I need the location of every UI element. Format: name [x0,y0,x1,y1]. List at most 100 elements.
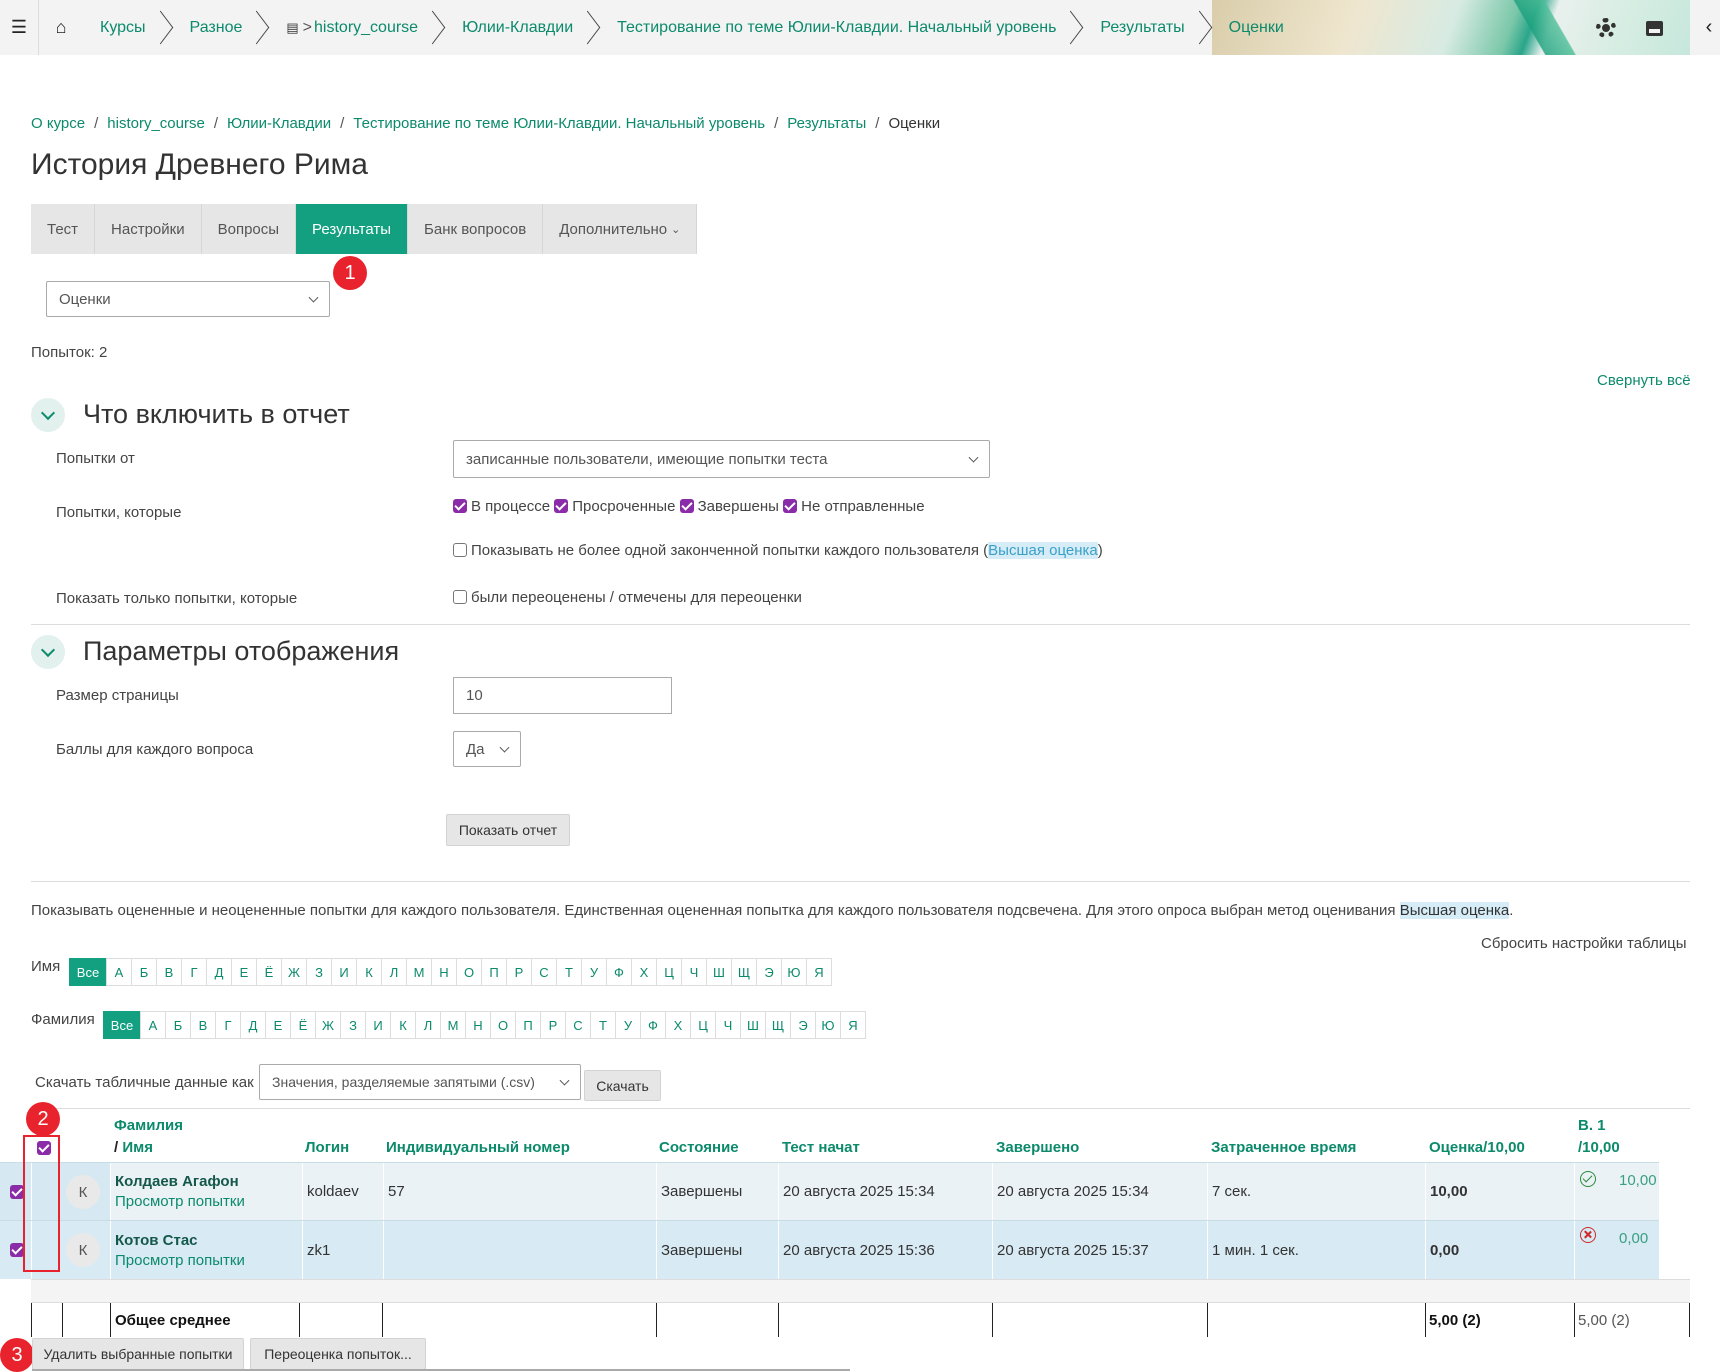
state-abandoned-checkbox[interactable] [783,499,798,513]
firstname-initial-letter[interactable]: Е [231,958,257,986]
section-toggle-icon[interactable] [31,635,65,669]
col-duration[interactable]: Затраченное время [1211,1139,1356,1156]
firstname-initial-letter[interactable]: Г [181,958,207,986]
lastname-initial-letter[interactable]: Ю [815,1011,841,1039]
lastname-initial-letter[interactable]: Ж [315,1011,341,1039]
top-crumb-quiz[interactable]: Тестирование по теме Юлии-Клавдии. Начал… [617,19,1056,37]
firstname-initial-letter[interactable]: К [356,958,382,986]
lastname-initial-letter[interactable]: Ё [290,1011,316,1039]
lastname-initial-letter[interactable]: Р [540,1011,566,1039]
tab-settings[interactable]: Настройки [95,204,202,254]
lastname-initial-letter[interactable]: Л [415,1011,441,1039]
lastname-initial-letter[interactable]: Ч [715,1011,741,1039]
reset-table-link[interactable]: Сбросить настройки таблицы [1481,935,1686,952]
col-grade[interactable]: Оценка/10,00 [1429,1139,1525,1156]
firstname-initial-letter[interactable]: Н [431,958,457,986]
col-lastname[interactable]: Фамилия [114,1117,183,1134]
col-finished[interactable]: Завершено [996,1139,1079,1156]
firstname-initial-letter[interactable]: У [581,958,607,986]
one-attempt-checkbox[interactable] [453,543,467,557]
report-type-select[interactable]: Оценки [46,281,330,317]
chevron-left-icon[interactable]: ‹ [1698,0,1720,55]
lastname-initial-letter[interactable]: Г [215,1011,241,1039]
lastname-initial-letter[interactable]: Ф [640,1011,666,1039]
firstname-initial-letter[interactable]: Д [206,958,232,986]
avatar[interactable]: К [66,1233,100,1267]
highest-grade-link[interactable]: Высшая оценка [988,542,1098,559]
lastname-initial-letter[interactable]: Х [665,1011,691,1039]
lastname-initial-letter[interactable]: А [140,1011,166,1039]
tab-question-bank[interactable]: Банк вопросов [408,204,544,254]
home-icon[interactable]: ⌂ [44,0,78,55]
q1-grade-link[interactable]: 10,00 [1619,1172,1657,1189]
firstname-initial-letter[interactable]: Х [631,958,657,986]
firstname-initial-letter[interactable]: Ч [681,958,707,986]
top-crumb-misc[interactable]: Разное [190,19,243,37]
tab-more[interactable]: Дополнительно ⌄ [543,204,698,254]
firstname-initial-letter[interactable]: Ж [281,958,307,986]
menu-list-icon[interactable]: ☰ [0,0,38,55]
review-attempt-link[interactable]: Просмотр попытки [115,1252,245,1269]
firstname-initial-letter[interactable]: Ф [606,958,632,986]
row-select-checkbox[interactable] [10,1184,24,1199]
user-name-link[interactable]: Колдаев Агафон [115,1173,239,1190]
review-attempt-link[interactable]: Просмотр попытки [115,1193,245,1210]
col-started[interactable]: Тест начат [782,1139,860,1156]
firstname-initial-letter[interactable]: С [531,958,557,986]
col-state[interactable]: Состояние [659,1139,739,1156]
lastname-initial-letter[interactable]: Э [790,1011,816,1039]
avatar[interactable]: К [66,1175,100,1209]
q1-grade-link[interactable]: 0,00 [1619,1230,1648,1247]
lastname-initial-letter[interactable]: Щ [765,1011,791,1039]
lastname-initial-letter[interactable]: Т [590,1011,616,1039]
crumb-quiz[interactable]: Тестирование по теме Юлии-Клавдии. Начал… [353,115,765,132]
lastname-initial-letter[interactable]: Ц [690,1011,716,1039]
firstname-initial-letter[interactable]: О [456,958,482,986]
firstname-initial-letter[interactable]: Ю [781,958,807,986]
firstname-initial-letter[interactable]: Б [131,958,157,986]
top-crumb-section[interactable]: Юлии-Клавдии [462,19,573,37]
lastname-initial-letter[interactable]: Е [265,1011,291,1039]
firstname-initial-letter[interactable]: Щ [731,958,757,986]
firstname-initial-letter[interactable]: М [406,958,432,986]
firstname-initial-letter[interactable]: П [481,958,507,986]
firstname-initial-letter[interactable]: Э [756,958,782,986]
regraded-checkbox[interactable] [453,590,467,604]
firstname-initial-letter[interactable]: Ш [706,958,732,986]
lastname-all[interactable]: Все [103,1011,141,1039]
save-icon[interactable] [1646,21,1663,36]
crumb-course[interactable]: history_course [107,115,205,132]
col-firstname-link[interactable]: Имя [122,1139,153,1156]
user-name-link[interactable]: Котов Стас [115,1232,198,1249]
lastname-initial-letter[interactable]: О [490,1011,516,1039]
lastname-initial-letter[interactable]: М [440,1011,466,1039]
top-crumb-courses[interactable]: Курсы [100,19,146,37]
lastname-initial-letter[interactable]: Я [840,1011,866,1039]
firstname-initial-letter[interactable]: А [106,958,132,986]
marks-per-question-select[interactable]: Да [453,731,521,767]
row-select-checkbox[interactable] [10,1243,24,1257]
state-inprogress-checkbox[interactable] [453,499,467,513]
lastname-initial-letter[interactable]: П [515,1011,541,1039]
firstname-initial-letter[interactable]: Л [381,958,407,986]
lastname-initial-letter[interactable]: В [190,1011,216,1039]
lastname-initial-letter[interactable]: У [615,1011,641,1039]
firstname-initial-letter[interactable]: Р [506,958,532,986]
tab-questions[interactable]: Вопросы [202,204,297,254]
show-report-button[interactable]: Показать отчет [446,814,570,846]
state-overdue-checkbox[interactable] [554,499,569,513]
top-crumb-grades[interactable]: Оценки [1229,19,1284,37]
lastname-initial-letter[interactable]: К [390,1011,416,1039]
firstname-initial-letter[interactable]: Я [806,958,832,986]
top-crumb-results[interactable]: Результаты [1100,19,1184,37]
page-size-input[interactable]: 10 [453,677,672,714]
col-login[interactable]: Логин [305,1139,349,1156]
section-toggle-icon[interactable] [31,398,65,432]
firstname-initial-letter[interactable]: В [156,958,182,986]
col-q1[interactable]: В. 1 [1578,1117,1606,1134]
lastname-initial-letter[interactable]: С [565,1011,591,1039]
firstname-initial-letter[interactable]: И [331,958,357,986]
gear-icon[interactable] [1596,18,1616,38]
lastname-initial-letter[interactable]: З [340,1011,366,1039]
crumb-about-course[interactable]: О курсе [31,115,85,132]
